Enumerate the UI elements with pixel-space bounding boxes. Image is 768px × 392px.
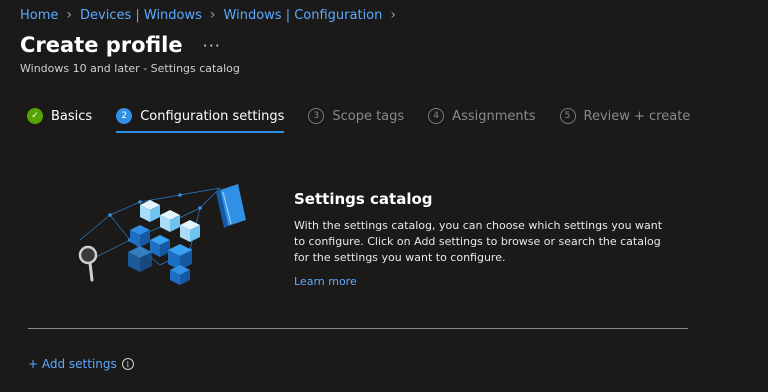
- step-configuration-settings[interactable]: 2 Configuration settings: [116, 106, 285, 133]
- add-settings-label: + Add settings: [28, 357, 117, 371]
- divider: [28, 328, 688, 329]
- checkmark-icon: ✓: [27, 108, 43, 124]
- breadcrumb: Home › Devices | Windows › Windows | Con…: [20, 8, 404, 23]
- step-label: Scope tags: [332, 108, 405, 124]
- magnifier-icon: [78, 245, 98, 282]
- chevron-right-icon: ›: [66, 7, 72, 23]
- more-options-icon[interactable]: ···: [203, 36, 221, 55]
- step-number: 2: [116, 108, 133, 124]
- step-basics[interactable]: ✓ Basics: [27, 106, 92, 126]
- settings-catalog-panel: Settings catalog With the settings catal…: [294, 190, 674, 289]
- settings-catalog-illustration: [78, 184, 246, 285]
- step-assignments[interactable]: 4 Assignments: [428, 106, 536, 126]
- breadcrumb-home[interactable]: Home: [20, 8, 58, 23]
- step-number: 5: [559, 108, 576, 124]
- info-icon[interactable]: i: [121, 358, 134, 370]
- page-title: Create profile: [20, 33, 183, 57]
- page-subtitle: Windows 10 and later - Settings catalog: [20, 62, 240, 75]
- learn-more-link[interactable]: Learn more: [294, 275, 357, 288]
- chevron-right-icon: ›: [390, 7, 396, 23]
- step-label: Basics: [51, 108, 93, 124]
- step-scope-tags[interactable]: 3 Scope tags: [308, 106, 404, 126]
- add-settings-link[interactable]: + Add settings i: [28, 357, 134, 371]
- book-icon: [216, 184, 246, 228]
- step-number: 4: [428, 108, 445, 124]
- cube-icon: [140, 200, 160, 222]
- step-number: 3: [308, 108, 325, 124]
- wizard-steps: ✓ Basics 2 Configuration settings 3 Scop…: [27, 106, 714, 133]
- title-row: Create profile ···: [20, 33, 221, 57]
- catalog-title: Settings catalog: [294, 190, 433, 208]
- breadcrumb-devices-windows[interactable]: Devices | Windows: [80, 8, 202, 23]
- catalog-description: With the settings catalog, you can choos…: [294, 219, 663, 264]
- step-label: Review + create: [583, 108, 691, 124]
- step-label: Assignments: [452, 108, 536, 124]
- chevron-right-icon: ›: [209, 7, 216, 23]
- step-label: Configuration settings: [140, 108, 285, 124]
- breadcrumb-windows-configuration[interactable]: Windows | Configuration: [224, 8, 383, 23]
- step-review-create[interactable]: 5 Review + create: [559, 106, 691, 126]
